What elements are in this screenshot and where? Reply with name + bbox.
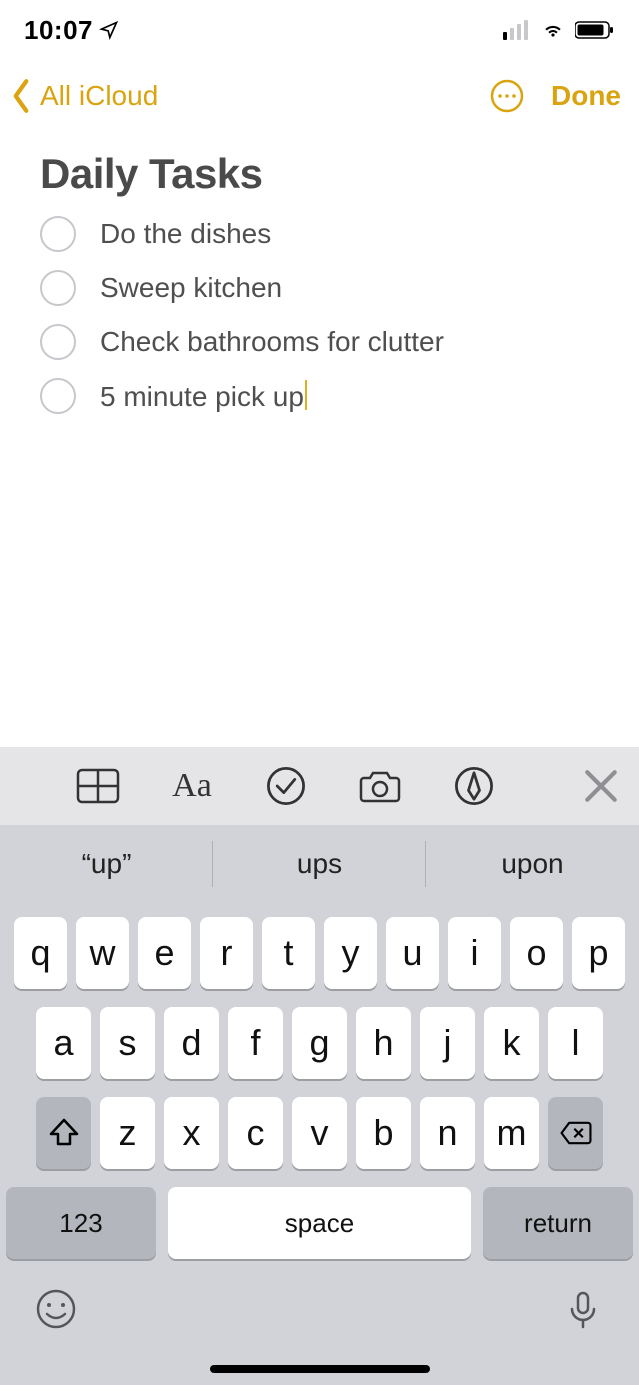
checklist-text[interactable]: Sweep kitchen: [100, 272, 282, 304]
shift-icon: [47, 1116, 81, 1150]
key-e[interactable]: e: [138, 917, 191, 989]
key-n[interactable]: n: [420, 1097, 475, 1169]
format-icon[interactable]: Aa: [170, 764, 214, 808]
back-label: All iCloud: [40, 80, 158, 112]
key-j[interactable]: j: [420, 1007, 475, 1079]
key-t[interactable]: t: [262, 917, 315, 989]
key-p[interactable]: p: [572, 917, 625, 989]
suggestion[interactable]: “up”: [0, 825, 213, 903]
key-h[interactable]: h: [356, 1007, 411, 1079]
key-f[interactable]: f: [228, 1007, 283, 1079]
backspace-key[interactable]: [548, 1097, 603, 1169]
camera-icon[interactable]: [358, 764, 402, 808]
key-y[interactable]: y: [324, 917, 377, 989]
checkbox-icon[interactable]: [40, 270, 76, 306]
numeric-key[interactable]: 123: [6, 1187, 156, 1259]
text-cursor: [305, 380, 307, 410]
key-o[interactable]: o: [510, 917, 563, 989]
checklist-icon[interactable]: [264, 764, 308, 808]
key-s[interactable]: s: [100, 1007, 155, 1079]
note-title[interactable]: Daily Tasks: [40, 150, 599, 198]
checklist-text[interactable]: Do the dishes: [100, 218, 271, 250]
keyboard-keys: q w e r t y u i o p a s d f g h j k l z: [0, 903, 639, 1275]
suggestion[interactable]: upon: [426, 825, 639, 903]
checklist-text[interactable]: 5 minute pick up: [100, 380, 307, 413]
backspace-icon: [559, 1116, 593, 1150]
chevron-left-icon: [6, 77, 36, 115]
done-button[interactable]: Done: [551, 80, 621, 112]
back-button[interactable]: All iCloud: [6, 77, 158, 115]
mic-icon[interactable]: [561, 1287, 605, 1331]
key-k[interactable]: k: [484, 1007, 539, 1079]
more-icon[interactable]: [489, 78, 525, 114]
checkbox-icon[interactable]: [40, 216, 76, 252]
return-key[interactable]: return: [483, 1187, 633, 1259]
key-u[interactable]: u: [386, 917, 439, 989]
keyboard-suggestions: “up” ups upon: [0, 825, 639, 903]
status-right: [503, 20, 615, 40]
note-content[interactable]: Daily Tasks Do the dishes Sweep kitchen …: [0, 132, 639, 414]
key-a[interactable]: a: [36, 1007, 91, 1079]
key-x[interactable]: x: [164, 1097, 219, 1169]
keyboard: Aa “up” ups upon q w e r t y u: [0, 747, 639, 1385]
checklist-item[interactable]: Check bathrooms for clutter: [40, 324, 599, 360]
location-icon: [99, 20, 119, 40]
checkbox-icon[interactable]: [40, 378, 76, 414]
checklist-text[interactable]: Check bathrooms for clutter: [100, 326, 444, 358]
space-key[interactable]: space: [168, 1187, 471, 1259]
shift-key[interactable]: [36, 1097, 91, 1169]
key-i[interactable]: i: [448, 917, 501, 989]
key-g[interactable]: g: [292, 1007, 347, 1079]
key-m[interactable]: m: [484, 1097, 539, 1169]
checklist-item[interactable]: Sweep kitchen: [40, 270, 599, 306]
key-q[interactable]: q: [14, 917, 67, 989]
key-b[interactable]: b: [356, 1097, 411, 1169]
cellular-icon: [503, 20, 531, 40]
status-time: 10:07: [24, 15, 93, 46]
key-c[interactable]: c: [228, 1097, 283, 1169]
key-v[interactable]: v: [292, 1097, 347, 1169]
emoji-icon[interactable]: [34, 1287, 78, 1331]
key-w[interactable]: w: [76, 917, 129, 989]
home-indicator[interactable]: [210, 1365, 430, 1373]
close-icon[interactable]: [579, 764, 623, 808]
checklist-item[interactable]: Do the dishes: [40, 216, 599, 252]
keyboard-toolbar: Aa: [0, 747, 639, 825]
battery-icon: [575, 20, 615, 40]
checkbox-icon[interactable]: [40, 324, 76, 360]
nav-bar: All iCloud Done: [0, 60, 639, 132]
pen-icon[interactable]: [452, 764, 496, 808]
checklist-item[interactable]: 5 minute pick up: [40, 378, 599, 414]
key-l[interactable]: l: [548, 1007, 603, 1079]
key-d[interactable]: d: [164, 1007, 219, 1079]
wifi-icon: [539, 20, 567, 40]
key-r[interactable]: r: [200, 917, 253, 989]
suggestion[interactable]: ups: [213, 825, 426, 903]
table-icon[interactable]: [76, 764, 120, 808]
status-bar: 10:07: [0, 0, 639, 60]
key-z[interactable]: z: [100, 1097, 155, 1169]
